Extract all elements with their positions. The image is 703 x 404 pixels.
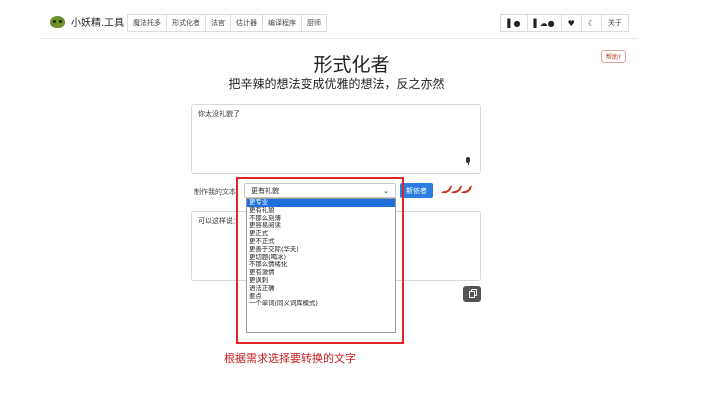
nav-item-judge[interactable]: 法官	[205, 14, 231, 32]
page-subtitle: 把辛辣的想法变成优雅的想法，反之亦然	[228, 77, 445, 91]
brand[interactable]: 小妖精.工具	[50, 14, 124, 29]
style-select[interactable]: 更有礼貌 ⌄	[244, 183, 396, 198]
dropdown-option[interactable]: 不那么刻薄	[247, 215, 395, 223]
dropdown-option[interactable]: 更切题(喝冰)	[247, 254, 395, 262]
pepper-icon[interactable]	[450, 183, 463, 195]
spiciness-selector[interactable]	[440, 183, 473, 195]
dropdown-option[interactable]: 更有礼貌	[247, 207, 395, 215]
nav-item-chef[interactable]: 厨师	[301, 14, 327, 32]
dropdown-option[interactable]: 更容易阅读	[247, 222, 395, 230]
dropdown-option[interactable]: 要点	[247, 293, 395, 301]
nav-settings: ▌● ▌☁● ♥ ☾ 关于	[500, 14, 629, 32]
copy-icon	[469, 290, 475, 298]
annotation-caption: 根据需求选择要转换的文字	[224, 352, 356, 365]
goblin-logo-icon	[50, 15, 65, 28]
copy-button[interactable]	[463, 286, 481, 302]
microphone-icon[interactable]	[465, 157, 471, 166]
platform-icons: ▌☁●	[533, 18, 555, 28]
style-dropdown-list: 更专业 更有礼貌 不那么刻薄 更容易阅读 更正式 更不正式 更善于交际(华夫) …	[246, 198, 396, 333]
moon-icon: ☾	[587, 18, 595, 28]
convert-button[interactable]: 斯依者	[400, 183, 433, 198]
nav-item-estimator[interactable]: 估计器	[230, 14, 263, 32]
navbar: 小妖精.工具 魔法托多 形式化者 法官 估计器 编译程序 厨师 ▌● ▌☁● ♥…	[40, 9, 638, 39]
dropdown-option[interactable]: 更不正式	[247, 238, 395, 246]
style-select-value: 更有礼貌	[251, 186, 279, 195]
dropdown-option[interactable]: 更善于交际(华夫)	[247, 246, 395, 254]
nav-item-formalizer[interactable]: 形式化者	[166, 14, 206, 32]
dropdown-option[interactable]: 语法正确	[247, 285, 395, 293]
platform-button[interactable]: ▌☁●	[526, 14, 562, 32]
flag-button[interactable]: ▌●	[500, 14, 528, 32]
brand-name: 小妖精.工具	[71, 18, 125, 29]
dropdown-option[interactable]: 更专业	[247, 199, 395, 207]
nav-tools: 魔法托多 形式化者 法官 估计器 编译程序 厨师	[127, 14, 327, 32]
make-text-label: 制作我的文本	[194, 188, 236, 196]
pepper-icon[interactable]	[460, 183, 473, 195]
about-link[interactable]: 关于	[601, 14, 629, 32]
nav-item-magic-todo[interactable]: 魔法托多	[127, 14, 167, 32]
dropdown-option[interactable]: 更有激情	[247, 269, 395, 277]
dropdown-option[interactable]: 一个单词(同义词库模式)	[247, 300, 395, 308]
chevron-down-icon: ⌄	[383, 186, 389, 195]
heart-icon: ♥	[567, 18, 575, 28]
dropdown-option[interactable]: 更正式	[247, 230, 395, 238]
page-title: 形式化者	[313, 54, 390, 76]
input-textarea[interactable]: 你太没礼貌了	[191, 104, 481, 174]
support-button[interactable]: ♥	[560, 14, 582, 32]
flag-icon: ▌●	[507, 18, 521, 28]
dropdown-option[interactable]: 不那么情绪化	[247, 261, 395, 269]
dropdown-option[interactable]: 更讽刺	[247, 277, 395, 285]
pepper-icon[interactable]	[440, 183, 453, 195]
theme-toggle[interactable]: ☾	[580, 14, 602, 32]
nav-item-compiler[interactable]: 编译程序	[262, 14, 302, 32]
